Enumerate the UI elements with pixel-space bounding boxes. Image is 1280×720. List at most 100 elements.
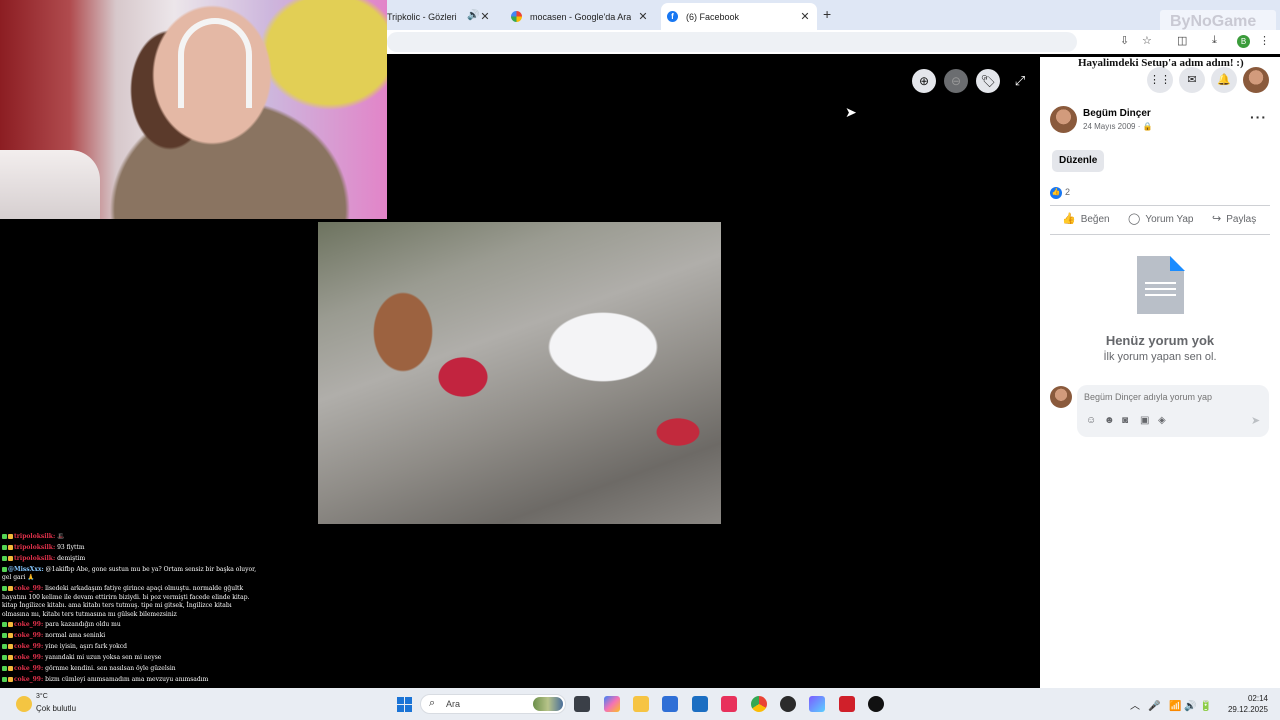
speaker-icon[interactable]: 🔊 [467,10,479,21]
file-explorer-icon[interactable] [633,696,649,712]
store-icon[interactable] [662,696,678,712]
weather-icon [16,696,32,712]
bookmark-star-icon[interactable]: ☆ [1142,34,1152,47]
author-avatar[interactable] [1050,106,1077,133]
chrome-icon[interactable] [751,696,767,712]
gif-icon[interactable]: ▣ [1140,415,1149,426]
messenger-icon[interactable]: ✉ [1179,67,1205,93]
chat-user: coke_99: [14,675,44,683]
taskbar-search[interactable]: ⌕ Ara [420,694,566,714]
taskbar: 3°C Çok bulutlu ⌕ Ara ︿ 🎤 📶 🔊 🔋 02:14 29… [0,688,1280,720]
clock-time[interactable]: 02:14 [1238,694,1268,703]
edit-button[interactable]: Düzenle [1052,150,1105,172]
commenter-avatar[interactable] [1050,386,1072,408]
camera-icon[interactable]: ◙ [1122,415,1128,426]
headphones-shape [178,18,252,108]
chat-user: tripoloksilk: [14,533,56,540]
thumbs-up-icon: 👍 [1062,213,1076,225]
chat-text: demiştim [57,554,86,562]
chat-message: coke_99: görnme kendini. sen nasılsan öy… [2,665,257,674]
badge-icon [2,622,7,628]
chat-text: yanındaki mi uzun yoksa sen mi neyse [45,654,162,662]
avatar-sticker-icon[interactable]: ☺ [1086,415,1096,426]
share-arrow-icon: ↪ [1212,213,1222,225]
badge-icon [8,633,13,639]
notifications-icon[interactable]: 🔔 [1211,67,1237,93]
chat-message: coke_99: para kazandığın oldu mu [2,621,257,630]
fullscreen-icon[interactable]: ⤢ [1008,69,1032,93]
menu-grid-icon[interactable]: ⋮⋮ [1147,67,1173,93]
zoom-out-icon[interactable]: ⊖ [944,69,968,93]
comment-composer: ☺ ☻ ◙ ▣ ◈ ➤ [1077,385,1269,437]
badge-icon [2,644,7,650]
badge-icon [2,666,7,672]
system-tray[interactable]: ︿ 🎤 📶 🔊 🔋 [1130,697,1212,712]
close-tab-icon[interactable]: ✕ [479,10,491,23]
chat-text: yine iyisin, aşırı fark yokcd [45,643,127,651]
badge-icon [8,544,13,550]
badge-icon [8,666,13,672]
chat-message: coke_99: yanındaki mi uzun yoksa sen mi … [2,654,257,663]
weather-temperature: 3°C [36,693,48,700]
chat-text: normal ama seninki [45,632,106,640]
close-tab-icon[interactable]: ✕ [637,10,649,23]
badge-icon [2,676,7,682]
chat-message: coke_99: lisedeki arkadaşım fatiye girin… [2,585,257,619]
menu-icon[interactable]: ⋮ [1259,34,1270,47]
badge-icon [8,586,13,592]
more-options-icon[interactable]: ··· [1250,109,1267,125]
chat-user: tripoloksilk: [14,543,56,551]
badge-icon [8,655,13,661]
downloads-icon[interactable]: ⤓ [1212,34,1217,47]
tab-tripkolic[interactable]: Tripkolic - Gözlerinin 🔊 ✕ [387,3,497,30]
post-photo[interactable] [318,222,721,524]
profile-icon[interactable]: B [1237,35,1250,48]
tiktok-studio-icon[interactable] [721,696,737,712]
weather-widget[interactable]: 3°C Çok bulutlu [2,693,92,715]
windows-start-icon[interactable] [397,697,412,712]
badge-icon [2,586,7,592]
obs-icon[interactable] [780,696,796,712]
app-icon[interactable] [809,696,825,712]
clock-date[interactable]: 29.12.2025 [1224,705,1268,714]
like-count[interactable]: 2 [1065,187,1070,197]
facebook-top-icons: Hayalimdeki Setup'a adım adım! :) ⋮⋮ ✉ 🔔 [1040,57,1280,99]
tab-google-search[interactable]: mocasen - Google'da Ara ✕ [505,3,655,30]
zoom-in-icon[interactable]: ⊕ [912,69,936,93]
tag-icon[interactable]: 🏷 [976,69,1000,93]
mouse-cursor-icon: ➤ [845,104,857,120]
chat-user: coke_99: [14,643,44,651]
comment-button[interactable]: ◯ Yorum Yap [1128,212,1194,225]
tiktok-icon[interactable] [868,696,884,712]
task-view-icon[interactable] [574,696,590,712]
badge-icon [2,555,7,561]
chat-message: coke_99: bizm cümleyi anımsamadım ama me… [2,676,257,685]
profile-avatar[interactable] [1243,67,1269,93]
like-button[interactable]: 👍 Beğen [1062,212,1110,225]
outlook-icon[interactable] [692,696,708,712]
app-l-icon[interactable] [839,696,855,712]
sticker-icon[interactable]: ◈ [1158,415,1166,426]
new-tab-button[interactable]: + [823,6,831,22]
url-field[interactable] [387,32,1077,52]
comment-input[interactable] [1084,389,1254,405]
close-tab-icon[interactable]: ✕ [799,10,811,23]
doc-line [1145,282,1176,284]
send-icon[interactable]: ➤ [1251,414,1260,427]
post-date[interactable]: 24 Mayıs 2009 · 🔒 [1083,122,1153,131]
chat-user: coke_99: [14,632,44,640]
extensions-icon[interactable]: ◫ [1177,34,1187,47]
copilot-icon[interactable] [604,696,620,712]
facebook-post-panel: Hayalimdeki Setup'a adım adım! :) ⋮⋮ ✉ 🔔… [1040,57,1280,688]
install-app-icon[interactable]: ⇩ [1120,34,1129,47]
tab-facebook[interactable]: f (6) Facebook ✕ [661,3,817,30]
search-highlight-image [533,697,563,711]
emoji-icon[interactable]: ☻ [1104,415,1115,426]
post-author-name[interactable]: Begüm Dinçer [1083,108,1151,119]
chat-text: 93 fiyttm [57,543,85,551]
comment-label: Yorum Yap [1145,214,1194,225]
share-button[interactable]: ↪ Paylaş [1212,212,1256,225]
no-comments-subtitle: İlk yorum yapan sen ol. [1103,351,1217,363]
badge-icon [8,555,13,561]
chat-message: @MissXxx: @1akifbp Abe, gone sustun mu b… [2,566,257,583]
